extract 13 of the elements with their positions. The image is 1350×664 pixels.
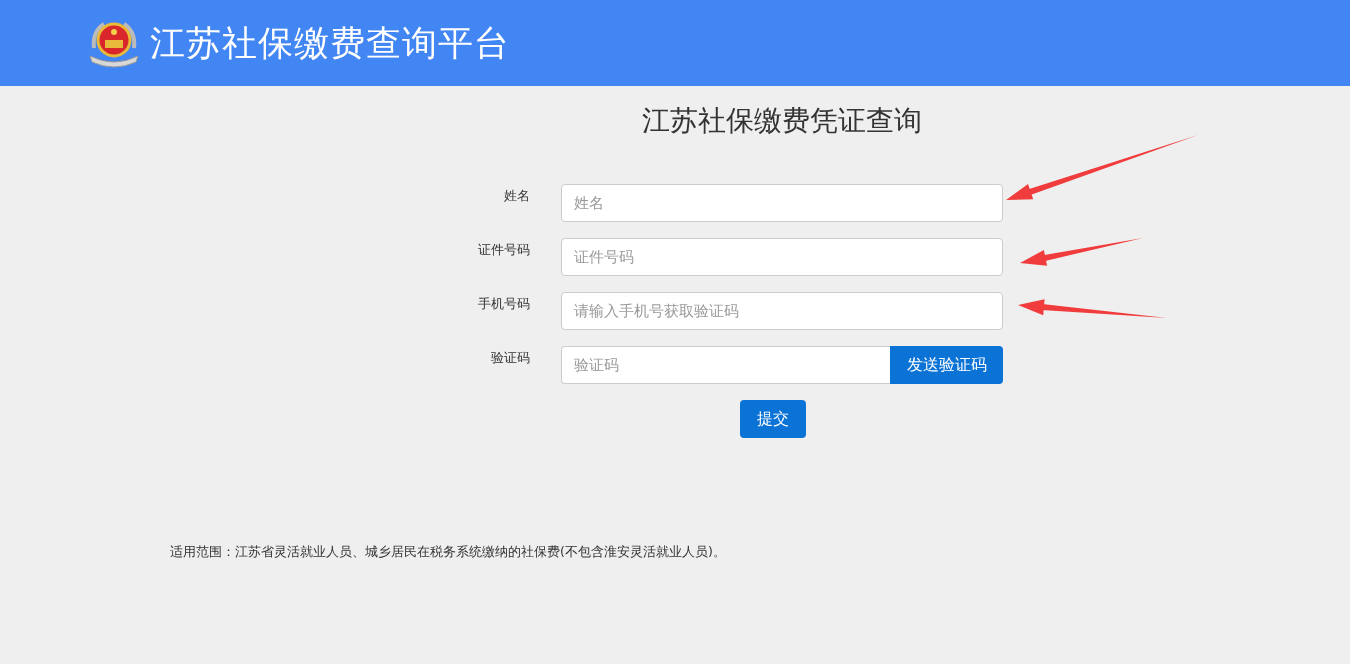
scope-note: 适用范围：江苏省灵活就业人员、城乡居民在税务系统缴纳的社保费(不包含淮安灵活就业人员)。 xyxy=(170,544,727,561)
input-field[interactable]: 证件号码 xyxy=(561,238,1003,276)
field-label: 证件号码 xyxy=(477,241,530,259)
input-field[interactable]: 请输入手机号获取验证码 xyxy=(561,292,1003,330)
field-label: 手机号码 xyxy=(477,295,530,313)
field-label: 验证码 xyxy=(490,349,530,367)
input-field[interactable]: 姓名 xyxy=(561,184,1003,222)
input-field[interactable]: 验证码 xyxy=(561,346,890,384)
submit-button[interactable]: 提交 xyxy=(740,400,806,438)
send-code-button[interactable]: 发送验证码 xyxy=(890,346,1003,384)
field-label: 姓名 xyxy=(503,187,530,205)
page-title: 江苏社保缴费凭证查询 xyxy=(641,104,923,138)
site-title: 江苏社保缴费查询平台 xyxy=(150,21,510,65)
